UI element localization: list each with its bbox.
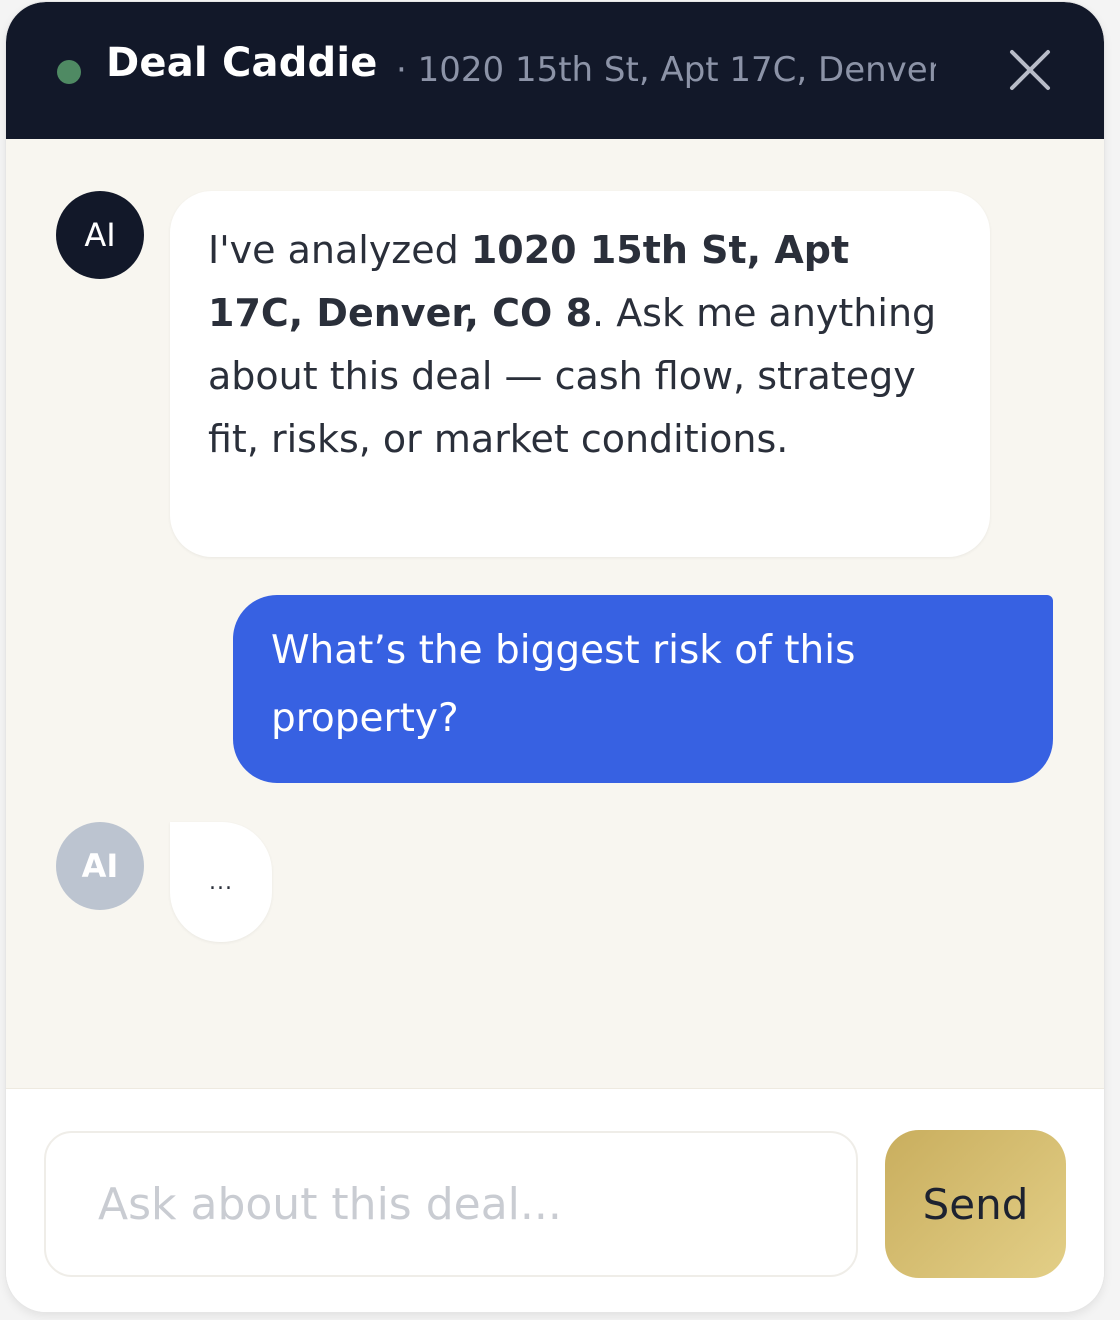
property-address: · 1020 15th St, Apt 17C, Denver,	[396, 50, 936, 90]
chat-window: Deal Caddie · 1020 15th St, Apt 17C, Den…	[6, 2, 1104, 1312]
send-button[interactable]: Send	[885, 1130, 1066, 1278]
app-title: Deal Caddie	[106, 40, 378, 86]
chat-header: Deal Caddie · 1020 15th St, Apt 17C, Den…	[6, 2, 1104, 139]
avatar: AI	[56, 822, 144, 910]
typing-indicator: ...	[170, 822, 272, 942]
message-text: I've analyzed	[208, 228, 471, 272]
assistant-message: I've analyzed 1020 15th St, Apt 17C, Den…	[170, 191, 990, 557]
user-message: What’s the biggest risk of this property…	[233, 595, 1053, 783]
status-dot-icon	[57, 60, 81, 84]
message-list[interactable]: AI I've analyzed 1020 15th St, Apt 17C, …	[6, 139, 1104, 1088]
message-composer: Send	[6, 1088, 1104, 1312]
avatar: AI	[56, 191, 144, 279]
message-input[interactable]	[44, 1131, 858, 1277]
close-icon	[1010, 50, 1050, 90]
close-button[interactable]	[1006, 46, 1054, 94]
